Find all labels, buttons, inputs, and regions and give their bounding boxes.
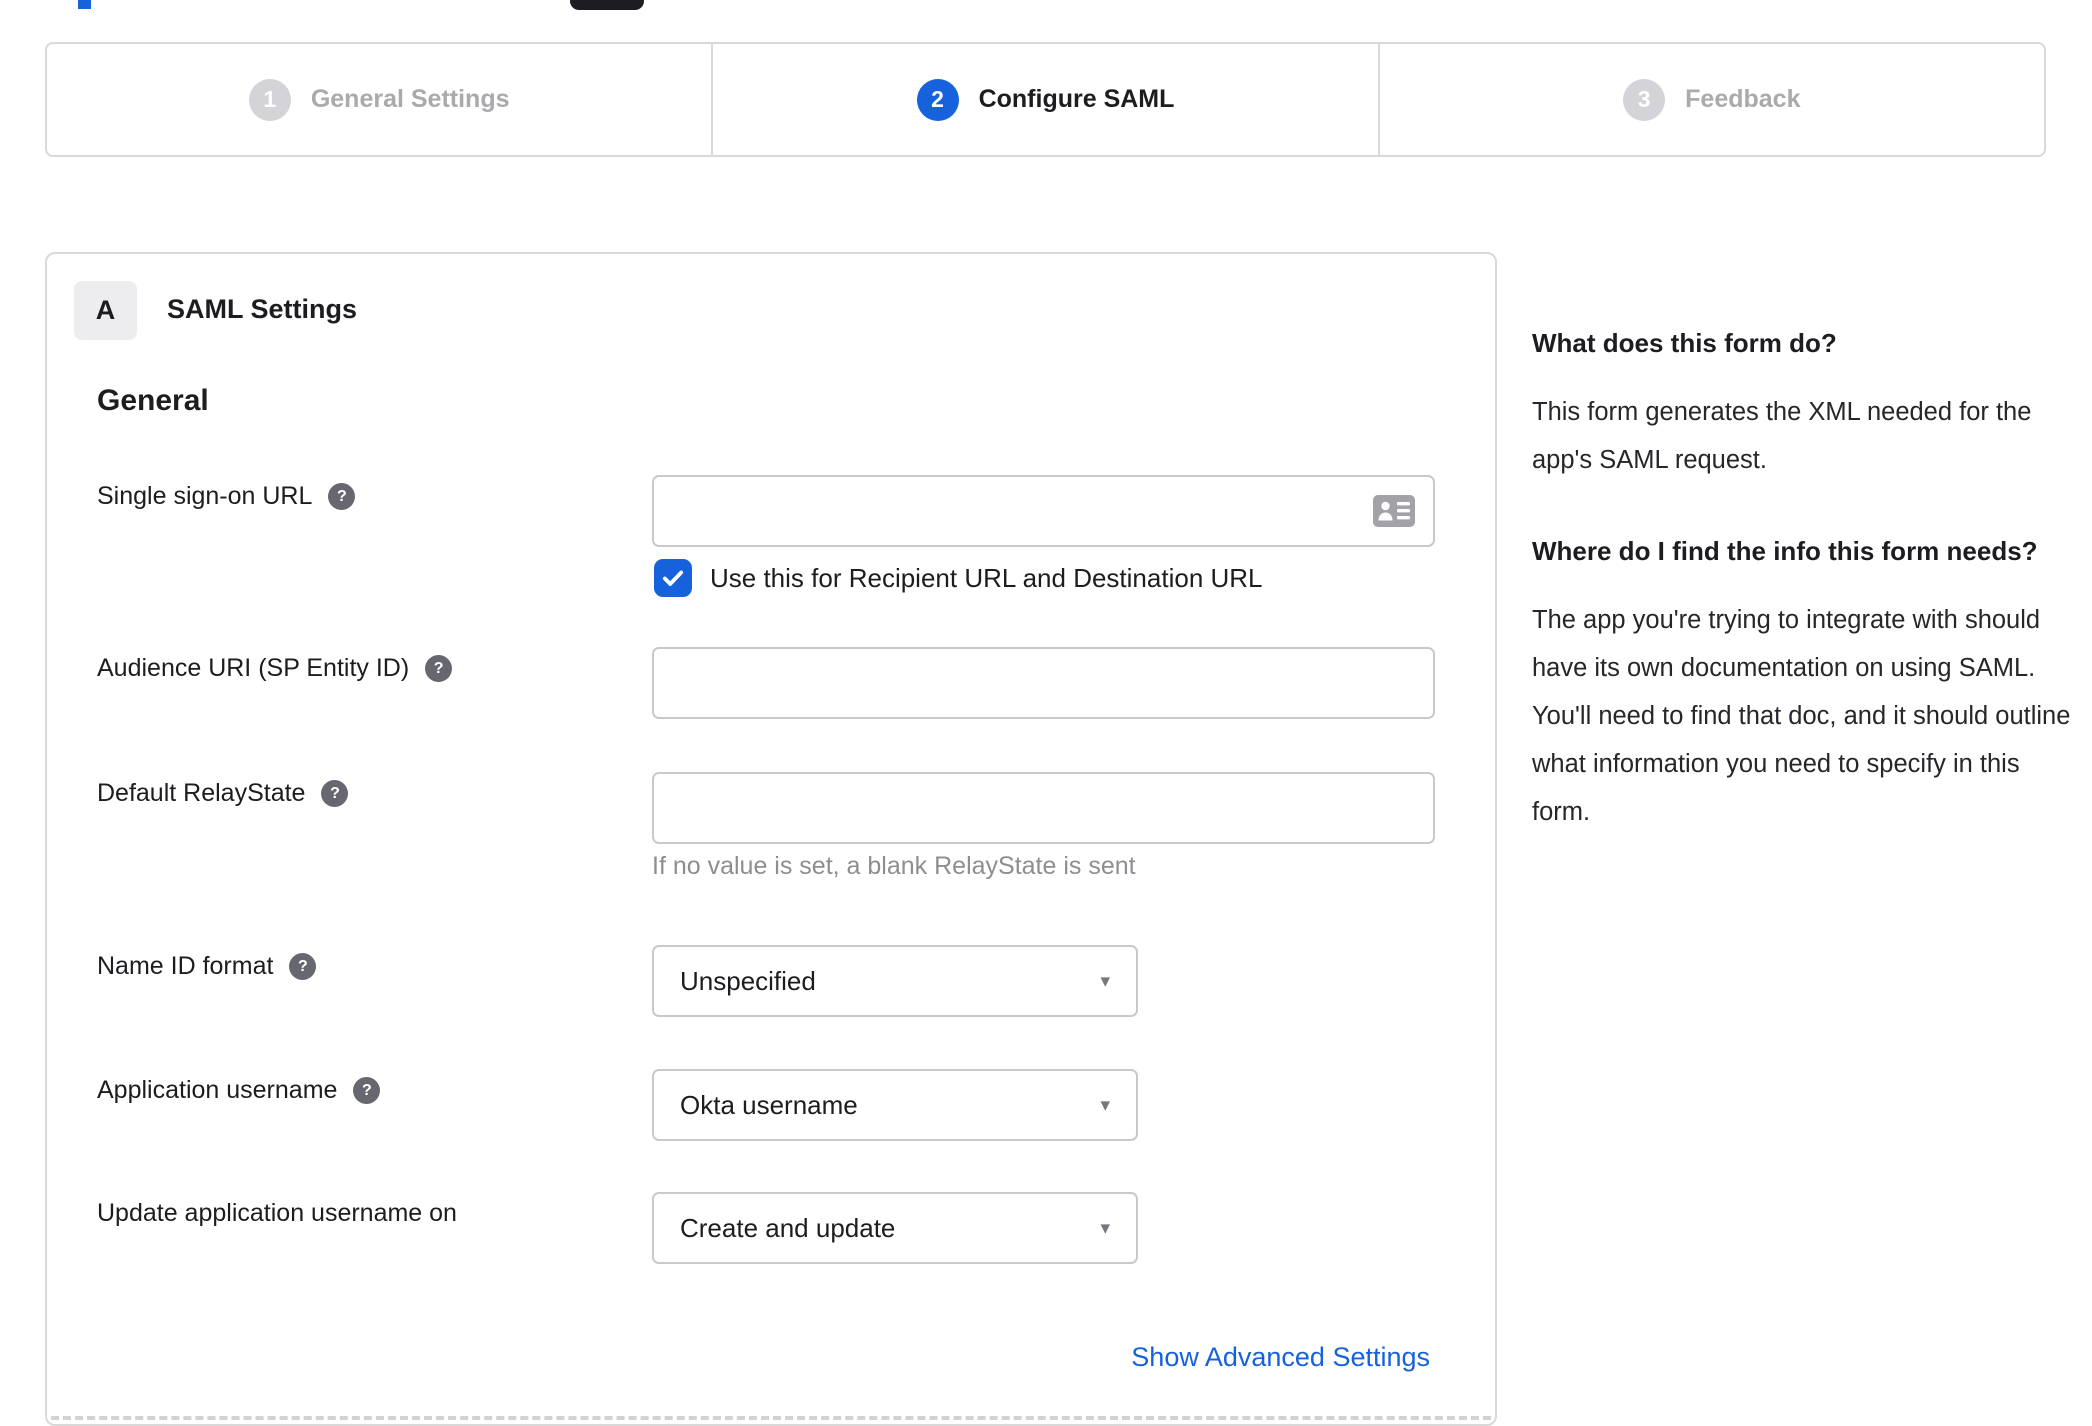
default-relaystate-label-row: Default RelayState ? — [97, 779, 349, 808]
chevron-down-icon: ▾ — [1100, 970, 1110, 992]
dashed-divider — [51, 1416, 1491, 1420]
chevron-down-icon: ▾ — [1100, 1094, 1110, 1116]
default-relaystate-hint: If no value is set, a blank RelayState i… — [652, 852, 1136, 880]
audience-uri-label-row: Audience URI (SP Entity ID) ? — [97, 654, 453, 683]
help-panel: What does this form do? This form genera… — [1532, 322, 2077, 882]
step-1-label: General Settings — [310, 85, 510, 113]
update-app-username-select[interactable]: Create and update ▾ — [652, 1192, 1138, 1264]
application-username-label-row: Application username ? — [97, 1076, 381, 1105]
help-q1-body: This form generates the XML needed for t… — [1532, 398, 2032, 474]
application-username-value: Okta username — [680, 1089, 858, 1120]
help-icon[interactable]: ? — [425, 655, 453, 682]
help-q2-title: Where do I find the info this form needs… — [1532, 536, 2038, 566]
default-relaystate-input[interactable] — [652, 772, 1435, 844]
checkmark-icon — [662, 570, 684, 586]
audience-uri-input[interactable] — [652, 647, 1435, 719]
step-feedback[interactable]: 3 Feedback — [1380, 44, 2044, 155]
sso-url-input-wrap — [652, 475, 1435, 547]
use-for-recipient-destination-checkbox[interactable] — [654, 559, 692, 597]
help-icon[interactable]: ? — [289, 953, 317, 980]
audience-uri-input-wrap — [652, 647, 1435, 719]
step-2-label: Configure SAML — [978, 85, 1175, 113]
default-relaystate-label: Default RelayState — [97, 779, 306, 807]
update-app-username-value: Create and update — [680, 1212, 896, 1243]
help-q2-body: The app you're trying to integrate with … — [1532, 606, 2071, 826]
use-for-recipient-destination-label: Use this for Recipient URL and Destinati… — [710, 563, 1263, 593]
wizard-stepper: 1 General Settings 2 Configure SAML 3 Fe… — [45, 42, 2046, 157]
update-app-username-label-row: Update application username on — [97, 1199, 457, 1228]
audience-uri-label: Audience URI (SP Entity ID) — [97, 654, 410, 682]
step-2-badge: 2 — [916, 78, 959, 121]
sso-url-label: Single sign-on URL — [97, 482, 313, 510]
name-id-format-select[interactable]: Unspecified ▾ — [652, 945, 1138, 1017]
default-relaystate-input-wrap — [652, 772, 1435, 844]
general-heading: General — [97, 384, 209, 417]
help-q1-title: What does this form do? — [1532, 328, 1837, 358]
section-title: SAML Settings — [167, 294, 358, 324]
help-icon[interactable]: ? — [353, 1077, 381, 1104]
step-general-settings[interactable]: 1 General Settings — [47, 44, 714, 155]
cutoff-header-blue-fragment — [78, 0, 91, 9]
step-3-badge: 3 — [1623, 78, 1666, 121]
name-id-format-label-row: Name ID format ? — [97, 952, 317, 981]
saml-settings-card: A SAML Settings General Single sign-on U… — [45, 252, 1497, 1426]
help-icon[interactable]: ? — [328, 483, 356, 510]
section-a-badge: A — [74, 281, 137, 340]
sso-url-input[interactable] — [652, 475, 1435, 547]
step-3-label: Feedback — [1685, 85, 1801, 113]
help-icon[interactable]: ? — [321, 780, 349, 807]
cutoff-header-logo-fragment — [570, 0, 644, 10]
step-1-badge: 1 — [248, 78, 291, 121]
contact-card-icon[interactable] — [1373, 495, 1415, 527]
application-username-select[interactable]: Okta username ▾ — [652, 1069, 1138, 1141]
chevron-down-icon: ▾ — [1100, 1217, 1110, 1239]
application-username-label: Application username — [97, 1076, 338, 1104]
configure-saml-page: 1 General Settings 2 Configure SAML 3 Fe… — [0, 0, 2092, 1426]
update-app-username-label: Update application username on — [97, 1199, 457, 1227]
name-id-format-value: Unspecified — [680, 965, 816, 996]
name-id-format-label: Name ID format — [97, 952, 274, 980]
show-advanced-settings-link[interactable]: Show Advanced Settings — [1131, 1342, 1430, 1373]
sso-url-label-row: Single sign-on URL ? — [97, 482, 356, 511]
step-configure-saml[interactable]: 2 Configure SAML — [713, 44, 1380, 155]
